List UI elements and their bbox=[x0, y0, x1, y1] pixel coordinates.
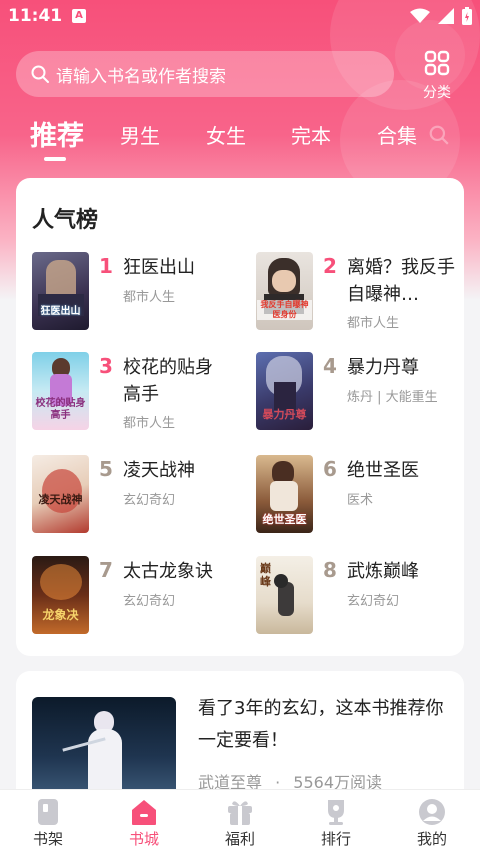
nav-label: 书架 bbox=[32, 830, 63, 848]
book-title: 武炼巅峰 bbox=[347, 561, 419, 582]
nav-welfare[interactable]: 福利 bbox=[192, 790, 288, 854]
search-placeholder: 请输入书名或作者搜索 bbox=[56, 66, 226, 87]
rank-number: 7 bbox=[99, 558, 113, 582]
trophy-icon bbox=[328, 800, 344, 825]
rank-item[interactable]: 绝世圣医 6 绝世圣医 医术 bbox=[256, 455, 466, 535]
book-tag: 都市人生 bbox=[347, 316, 400, 331]
tab-male[interactable]: 男生 bbox=[120, 120, 160, 149]
cover-text: 狂医出山 bbox=[40, 306, 81, 317]
tab-completed[interactable]: 完本 bbox=[291, 120, 331, 149]
rank-item[interactable]: 校花的贴身高手 3 校花的贴身高手 都市人生 bbox=[32, 352, 242, 432]
status-bar: 11:41 A bbox=[0, 0, 480, 34]
book-tag: 都市人生 bbox=[123, 290, 176, 305]
category-tabs: 推荐 男生 女生 完本 合集 bbox=[0, 112, 480, 162]
rank-number: 4 bbox=[323, 354, 337, 378]
cover-text: 暴力丹尊 bbox=[262, 408, 307, 421]
rank-number: 6 bbox=[323, 457, 337, 481]
category-button[interactable]: 分类 bbox=[414, 50, 460, 102]
nav-bookstore[interactable]: 书城 bbox=[96, 790, 192, 854]
promo-headline: 看了3年的玄幻，这本书推荐你一定要看！ bbox=[198, 698, 444, 751]
search-icon bbox=[31, 65, 49, 83]
rank-item[interactable]: 巅峰 8 武炼巅峰 玄幻奇幻 bbox=[256, 556, 466, 636]
active-tab-indicator bbox=[44, 157, 66, 161]
nav-profile[interactable]: 我的 bbox=[384, 790, 480, 854]
tab-recommend[interactable]: 推荐 bbox=[30, 114, 84, 153]
wifi-icon bbox=[410, 8, 430, 23]
bookstore-icon bbox=[132, 800, 156, 825]
cover-text: 校花的贴身高手 bbox=[35, 398, 86, 421]
gift-icon bbox=[228, 801, 252, 825]
battery-icon bbox=[462, 7, 472, 25]
cover-text: 绝世圣医 bbox=[262, 513, 307, 526]
rank-item[interactable]: 龙象决 7 太古龙象诀 玄幻奇幻 bbox=[32, 556, 242, 636]
category-label: 分类 bbox=[423, 85, 451, 101]
nav-bookshelf[interactable]: 书架 bbox=[0, 790, 96, 854]
nav-label: 书城 bbox=[128, 830, 159, 848]
book-cover: 巅峰 bbox=[256, 556, 313, 634]
book-title: 凌天战神 bbox=[123, 460, 195, 481]
cover-text: 巅峰 bbox=[260, 562, 271, 588]
grid-icon bbox=[424, 50, 450, 76]
tab-collections[interactable]: 合集 bbox=[377, 120, 417, 149]
rank-item[interactable]: 我反手自曝神医身份 2 离婚？我反手自曝神… 都市人生 bbox=[256, 252, 466, 332]
tab-female[interactable]: 女生 bbox=[206, 120, 246, 149]
search-bar[interactable]: 请输入书名或作者搜索 bbox=[16, 51, 394, 97]
book-cover: 狂医出山 bbox=[32, 252, 89, 330]
status-time: 11:41 bbox=[8, 6, 63, 26]
book-tag: 医术 bbox=[347, 493, 374, 508]
rank-item[interactable]: 暴力丹尊 4 暴力丹尊 炼丹 | 大能重生 bbox=[256, 352, 466, 432]
book-tag: 玄幻奇幻 bbox=[123, 493, 176, 508]
cover-text: 龙象决 bbox=[42, 608, 79, 622]
rank-item[interactable]: 凌天战神 5 凌天战神 玄幻奇幻 bbox=[32, 455, 242, 535]
rank-number: 5 bbox=[99, 457, 113, 481]
book-title: 太古龙象诀 bbox=[123, 561, 213, 582]
book-title: 狂医出山 bbox=[123, 257, 195, 278]
book-title: 离婚？我反手自曝神… bbox=[347, 257, 455, 305]
bottom-navigation: 书架 书城 福利 排行 我的 bbox=[0, 789, 480, 854]
status-icons bbox=[410, 7, 472, 25]
rank-number: 2 bbox=[323, 254, 337, 278]
book-tag: 玄幻奇幻 bbox=[347, 594, 400, 609]
book-cover: 我反手自曝神医身份 bbox=[256, 252, 313, 330]
rank-number: 1 bbox=[99, 254, 113, 278]
book-cover: 校花的贴身高手 bbox=[32, 352, 89, 430]
book-cover: 暴力丹尊 bbox=[256, 352, 313, 430]
faded-search-icon bbox=[429, 125, 449, 145]
popularity-ranking-card: 人气榜 狂医出山 1 狂医出山 都市人生 我反手自曝神医身份 2 离婚？我反手自… bbox=[16, 178, 464, 656]
book-tag: 玄幻奇幻 bbox=[123, 594, 176, 609]
rank-item[interactable]: 狂医出山 1 狂医出山 都市人生 bbox=[32, 252, 242, 332]
book-cover: 龙象决 bbox=[32, 556, 89, 634]
book-tag: 炼丹 | 大能重生 bbox=[347, 390, 438, 405]
book-title: 绝世圣医 bbox=[347, 460, 419, 481]
bookshelf-icon bbox=[38, 799, 58, 825]
book-title: 暴力丹尊 bbox=[347, 357, 419, 378]
profile-icon bbox=[419, 799, 445, 825]
promo-image bbox=[32, 697, 176, 797]
notification-icon: A bbox=[72, 9, 86, 23]
book-cover: 凌天战神 bbox=[32, 455, 89, 533]
nav-ranking[interactable]: 排行 bbox=[288, 790, 384, 854]
rank-number: 8 bbox=[323, 558, 337, 582]
cover-text: 凌天战神 bbox=[38, 493, 83, 506]
cover-text: 我反手自曝神医身份 bbox=[257, 300, 312, 320]
nav-label: 排行 bbox=[320, 830, 351, 848]
rank-number: 3 bbox=[99, 354, 113, 378]
ranking-title: 人气榜 bbox=[32, 208, 99, 233]
signal-icon bbox=[438, 8, 454, 24]
book-cover: 绝世圣医 bbox=[256, 455, 313, 533]
book-title: 校花的贴身高手 bbox=[123, 357, 213, 405]
nav-label: 福利 bbox=[224, 830, 255, 848]
nav-label: 我的 bbox=[416, 830, 447, 848]
book-tag: 都市人生 bbox=[123, 416, 176, 431]
